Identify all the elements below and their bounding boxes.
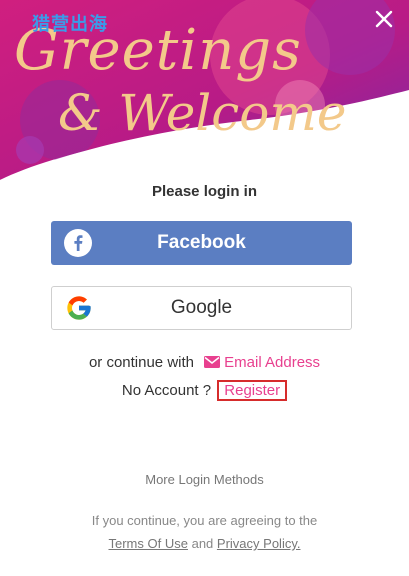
register-row: No Account ? Register: [0, 380, 409, 401]
terms-text: If you continue, you are agreeing to the: [91, 513, 318, 528]
hero-banner: Greetings & Welcome 猎营出海: [0, 0, 409, 180]
terms-and-text: and: [191, 536, 214, 551]
more-login-methods-link[interactable]: More Login Methods: [0, 472, 409, 487]
google-button-label: Google: [170, 297, 233, 318]
google-icon: [65, 294, 93, 322]
continue-with-row: or continue with Email Address: [0, 354, 409, 371]
email-login-link[interactable]: Email Address: [198, 354, 320, 371]
close-icon: [375, 10, 393, 28]
google-login-button[interactable]: Google: [51, 286, 352, 330]
login-modal: Greetings & Welcome 猎营出海 Please login in…: [0, 0, 409, 576]
privacy-policy-link[interactable]: Privacy Policy.: [217, 536, 301, 551]
no-account-text: No Account ?: [121, 382, 212, 399]
email-link-label: Email Address: [224, 354, 321, 371]
continue-prefix-text: or continue with: [88, 354, 194, 371]
email-icon: [204, 356, 221, 368]
close-button[interactable]: [371, 6, 397, 32]
terms-of-use-link[interactable]: Terms Of Use: [109, 536, 188, 551]
brand-logo: 猎营出海: [32, 14, 108, 34]
login-title: Please login in: [151, 183, 258, 200]
hero-welcome-text: & Welcome: [58, 84, 347, 142]
register-link[interactable]: Register: [217, 380, 288, 401]
facebook-button-label: Facebook: [157, 232, 246, 253]
facebook-login-button[interactable]: Facebook: [51, 221, 352, 265]
facebook-icon: [64, 229, 92, 257]
terms-notice: If you continue, you are agreeing to the…: [0, 509, 409, 555]
